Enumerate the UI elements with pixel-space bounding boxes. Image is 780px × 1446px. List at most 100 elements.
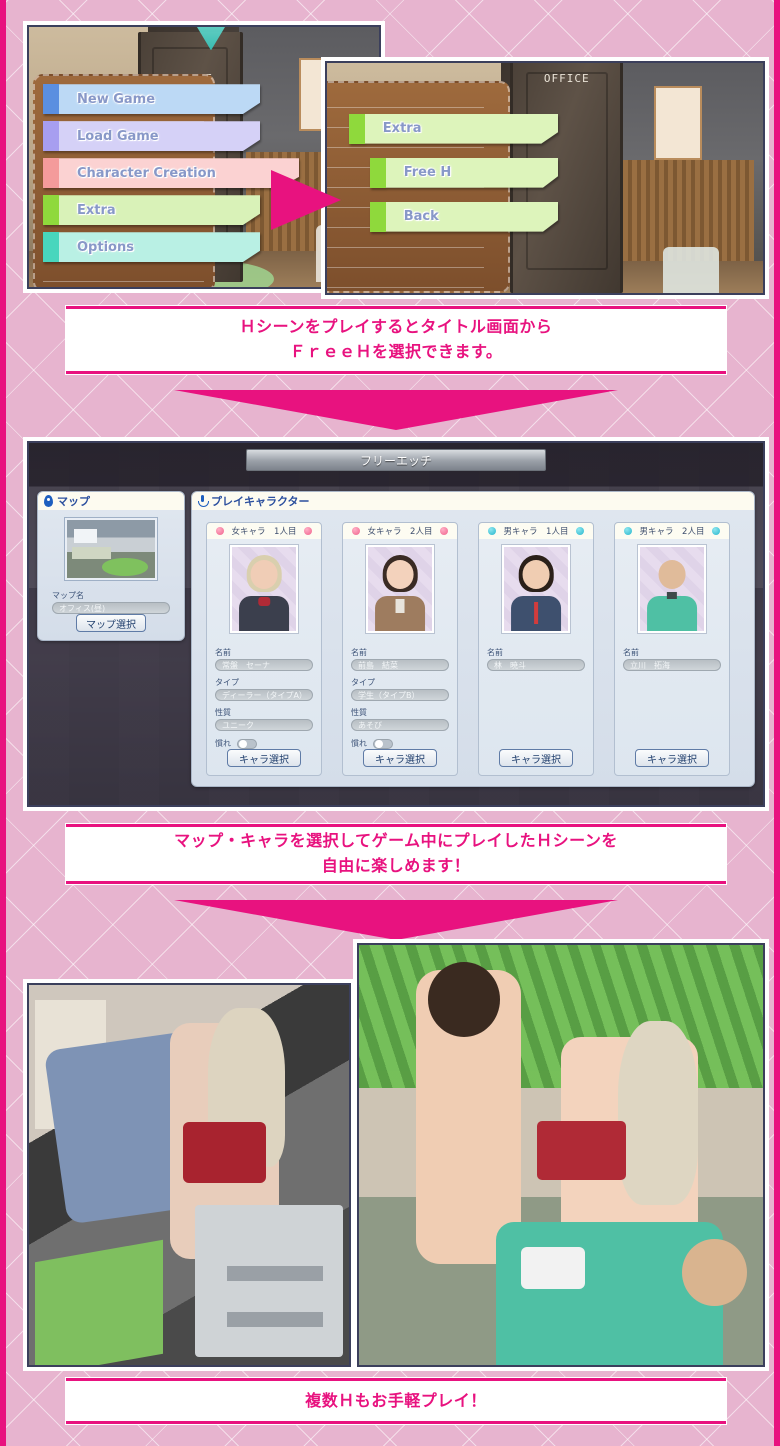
character-portrait [366,545,434,633]
familiarity-label: 慣れ [215,739,231,748]
type-value: 学生（タイプB） [351,689,449,701]
menu-item-label: Character Creation [77,165,216,181]
nature-label: 性質 [215,708,231,717]
menu-item-back[interactable]: Back [369,201,559,232]
extra-menu-screenshot: OFFICE Extra Free H Back [322,58,768,298]
chair [662,247,720,293]
portrait-face [386,560,414,589]
caption-box-2: マップ・キャラを選択してゲーム中にプレイしたＨシーンを 自由に楽しめます！ [66,824,726,884]
character-select-button[interactable]: キャラ選択 [363,749,437,767]
promo-page: OFFICE New Game Load Game [6,0,774,1446]
menu-item-character-creation[interactable]: Character Creation [43,158,300,189]
character-card[interactable]: 女キャラ 1人目 名前 常盤 セーナ タイプ ディーラー（タイプA） 性質 ユニ… [206,522,322,776]
scene-1-cabinet-handle [227,1266,324,1282]
card-slot-header: 男キャラ 1人目 [479,523,593,539]
window-title-bar: フリーエッチ [246,449,546,471]
card-slot-header: 女キャラ 1人目 [207,523,321,539]
scene-1-cabinet-handle [227,1311,324,1327]
card-fields: 名前 立川 拓海 [623,641,721,671]
name-label: 名前 [351,648,367,657]
gender-dot-icon [351,527,360,535]
character-portrait [638,545,706,633]
map-panel: マップ マップ名 オフィス(昼) マップ選択 [37,491,185,641]
gender-dot-icon [487,527,496,535]
map-panel-title: マップ [57,495,90,508]
character-card[interactable]: 男キャラ 2人目 名前 立川 拓海 キャラ選択 [614,522,730,776]
menu-item-label: Options [77,239,134,255]
extra-menu-scene: OFFICE Extra Free H Back [327,63,763,293]
thumb-window [74,529,97,544]
thumb-rug [102,558,148,576]
gender-dot-icon [304,527,313,535]
character-card[interactable]: 男キャラ 1人目 名前 林 暁斗 キャラ選択 [478,522,594,776]
caption-box-1: Ｈシーンをプレイするとタイトル画面から ＦｒｅｅＨを選択できます。 [66,306,726,374]
character-portrait [230,545,298,633]
scene-2-third-head [682,1239,747,1307]
character-select-label: キャラ選択 [511,754,561,766]
familiarity-label: 慣れ [351,739,367,748]
caption-box-3: 複数Ｈもお手軽プレイ！ [66,1378,726,1424]
map-thumbnail[interactable] [65,518,157,580]
map-name-value: オフィス(昼) [52,602,170,614]
portrait-face [250,560,278,589]
portrait-outfit [647,595,697,631]
character-portrait [502,545,570,633]
type-label: タイプ [215,678,239,687]
scene-1-cabinet [195,1205,343,1358]
caption-text-2: マップ・キャラを選択してゲーム中にプレイしたＨシーンを 自由に楽しめます！ [174,831,618,875]
name-value: 前島 結菜 [351,659,449,671]
card-slot-label: 男キャラ 2人目 [639,527,705,537]
gender-dot-icon [576,527,585,535]
h-scene-screenshot-1 [24,980,354,1370]
gender-dot-icon [215,527,224,535]
portrait-face [658,560,686,589]
portrait-face [522,560,550,589]
menu-item-new-game[interactable]: New Game [43,84,260,115]
name-value: 林 暁斗 [487,659,585,671]
scene-2-accent [536,1121,626,1181]
character-select-label: キャラ選択 [239,754,289,766]
nature-value: あそび [351,719,449,731]
scene-2-female-hair [617,1020,699,1206]
menu-item-label: Extra [77,202,116,218]
title-menu-list: New Game Load Game Character Creation Ex… [43,84,300,269]
character-panel-header: プレイキャラクター [192,492,754,510]
arrow-down-icon-2 [174,900,618,940]
name-value: 常盤 セーナ [215,659,313,671]
menu-item-options[interactable]: Options [43,232,260,263]
familiarity-toggle[interactable] [237,738,257,749]
card-slot-label: 女キャラ 2人目 [367,527,433,537]
type-label: タイプ [351,678,375,687]
scene-2-glove [520,1247,586,1290]
character-icon [198,495,209,507]
type-value: ディーラー（タイプA） [215,689,313,701]
name-label: 名前 [487,648,503,657]
familiarity-toggle[interactable] [373,738,393,749]
familiarity-row: 慣れ [351,738,449,749]
character-select-label: キャラ選択 [375,754,425,766]
menu-item-load-game[interactable]: Load Game [43,121,260,152]
window-title-label: フリーエッチ [359,453,432,468]
character-card[interactable]: 女キャラ 2人目 名前 前島 結菜 タイプ 学生（タイプB） 性質 あそび 慣れ… [342,522,458,776]
name-value: 立川 拓海 [623,659,721,671]
menu-item-extra[interactable]: Extra [348,113,559,144]
nature-label: 性質 [351,708,367,717]
character-select-button[interactable]: キャラ選択 [635,749,709,767]
wall-picture [654,86,702,160]
familiarity-row: 慣れ [215,738,313,749]
character-select-label: キャラ選択 [647,754,697,766]
card-fields: 名前 常盤 セーナ タイプ ディーラー（タイプA） 性質 ユニーク 慣れ [215,641,313,749]
caption-text-3: 複数Ｈもお手軽プレイ！ [305,1390,487,1410]
name-label: 名前 [623,648,639,657]
card-slot-label: 男キャラ 1人目 [503,527,569,537]
nature-value: ユニーク [215,719,313,731]
menu-item-label: Load Game [77,128,159,144]
map-pin-icon [44,495,53,507]
map-name-label: マップ名 [52,591,84,600]
free-h-screenshot: フリーエッチ マップ マップ名 オフィス(昼) マップ選択 プレイキャラクター … [24,438,768,810]
character-select-button[interactable]: キャラ選択 [227,749,301,767]
menu-item-extra[interactable]: Extra [43,195,260,226]
map-select-button[interactable]: マップ選択 [76,614,146,632]
character-select-button[interactable]: キャラ選択 [499,749,573,767]
menu-item-free-h[interactable]: Free H [369,157,559,188]
